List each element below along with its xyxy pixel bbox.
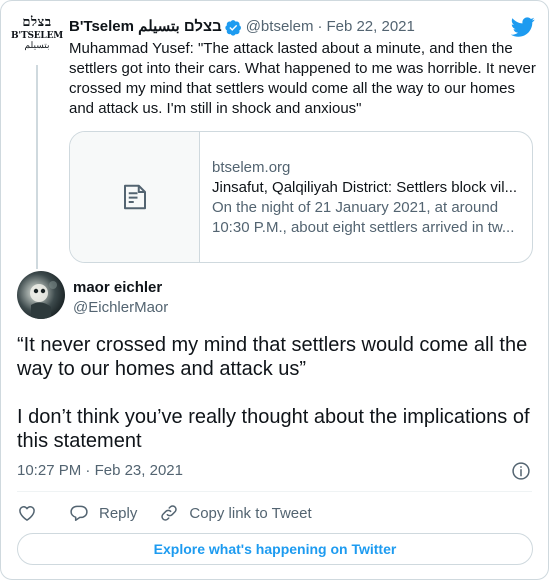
parent-date[interactable]: Feb 22, 2021 [326, 17, 414, 37]
parent-handle[interactable]: @btselem [246, 17, 314, 37]
parent-author-name[interactable]: B'Tselem בצלם بتسيلم [69, 17, 222, 37]
thread-connector-line [36, 65, 38, 269]
link-preview-body: btselem.org Jinsafut, Qalqiliyah Distric… [200, 132, 532, 262]
copy-link-label: Copy link to Tweet [189, 504, 312, 522]
timestamp-dot-separator: · [85, 462, 91, 479]
link-domain: btselem.org [212, 159, 291, 176]
link-preview-card[interactable]: btselem.org Jinsafut, Qalqiliyah Distric… [69, 131, 533, 263]
parent-tweet-header: B'Tselem בצלם بتسيلم @btselem · Feb 22, … [69, 17, 415, 37]
avatar[interactable] [17, 271, 65, 319]
link-thumbnail [70, 132, 200, 262]
btselem-logo[interactable]: בצלם B'TSELEM بتسيلم [11, 15, 63, 59]
heart-icon [19, 506, 35, 521]
tweet-time[interactable]: 10:27 PM [17, 462, 81, 479]
actions-divider [17, 491, 532, 492]
tweet-date[interactable]: Feb 23, 2021 [95, 462, 183, 479]
reply-tweet-text: “It never crossed my mind that settlers … [17, 334, 530, 452]
tweet-actions-bar: Reply Copy link to Tweet [17, 501, 334, 525]
verified-badge-icon [225, 19, 241, 36]
tweet-timestamp[interactable]: 10:27 PM · Feb 23, 2021 [17, 461, 183, 481]
reply-button[interactable]: Reply [69, 503, 137, 523]
info-icon[interactable] [511, 461, 531, 481]
like-button[interactable] [17, 503, 47, 523]
logo-hebrew-text: בצלם [22, 15, 52, 30]
link-title: Jinsafut, Qalqiliyah District: Settlers … [212, 179, 518, 196]
logo-arabic-text: بتسيلم [24, 41, 50, 51]
link-icon [161, 505, 178, 521]
link-description-line-2: 10:30 P.M., about eight settlers arrived… [212, 219, 515, 236]
logo-latin-text: B'TSELEM [11, 31, 63, 41]
embedded-tweet-card: בצלם B'TSELEM بتسيلم B'Tselem בצלם بتسيل… [0, 0, 549, 580]
reply-bubble-icon [70, 505, 88, 521]
copy-link-button[interactable]: Copy link to Tweet [159, 503, 312, 523]
article-icon [123, 184, 146, 210]
explore-twitter-button[interactable]: Explore what's happening on Twitter [17, 533, 533, 565]
reply-label: Reply [99, 504, 138, 522]
reply-author-handle[interactable]: @EichlerMaor [73, 298, 168, 318]
parent-tweet-text: Muhammad Yusef: "The attack lasted about… [69, 40, 536, 117]
avatar-image [30, 281, 57, 319]
twitter-bird-icon[interactable] [511, 15, 535, 39]
reply-author-name[interactable]: maor eichler [73, 278, 162, 298]
link-description-line-1: On the night of 21 January 2021, at arou… [212, 199, 499, 216]
header-dot-separator: · [317, 18, 323, 35]
